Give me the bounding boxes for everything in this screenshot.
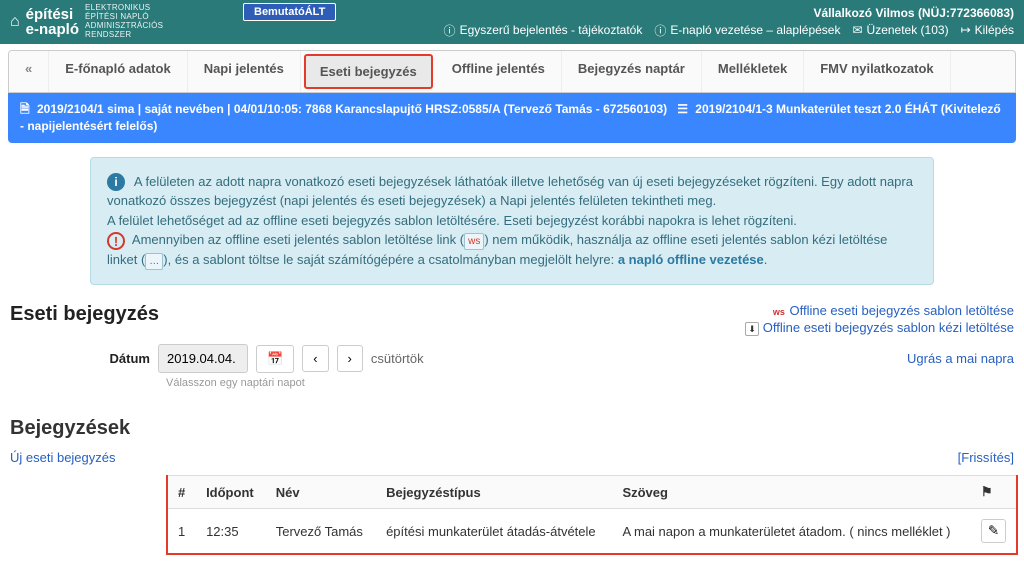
user-name: Vállalkozó Vilmos [813,6,914,20]
col-time: Időpont [196,476,266,509]
calendar-button[interactable]: 📅 [256,345,294,373]
col-flag: ⚑ [971,476,1017,509]
cell-time: 12:35 [196,509,266,555]
logo: építési e-napló ELEKTRONIKUS ÉPÍTÉSI NAP… [26,4,164,39]
link-download-template-manual[interactable]: Offline eseti bejegyzés sablon kézi letö… [763,320,1014,335]
prev-day-button[interactable]: ‹ [302,345,328,372]
download-icon: … [145,253,163,270]
list-icon: ☰ [677,101,688,118]
col-type: Bejegyzéstípus [376,476,612,509]
link-download-template[interactable]: Offline eseti bejegyzés sablon letöltése [789,303,1014,318]
tab-fmv[interactable]: FMV nyilatkozatok [804,51,950,92]
link-offline-guide[interactable]: a napló offline vezetése [618,252,764,267]
tab-napi-jelentes[interactable]: Napi jelentés [188,51,301,92]
tab-bar: « E-főnapló adatok Napi jelentés Eseti b… [8,50,1016,93]
mail-icon: ✉ [852,23,862,37]
edit-icon: ✎ [988,523,999,538]
ws-icon: ws [464,233,484,250]
col-name: Név [266,476,376,509]
link-refresh[interactable]: [Frissítés] [958,450,1014,465]
day-name: csütörtök [371,351,424,366]
date-input[interactable] [158,344,248,373]
entries-title: Bejegyzések [10,417,1014,440]
warning-icon: ! [107,232,125,250]
download-icon: ⬇ [745,322,759,336]
entries-table: # Időpont Név Bejegyzéstípus Szöveg ⚑ 1 … [166,475,1018,555]
chevron-right-icon: › [348,351,352,366]
info-icon: ⓘ [444,22,456,39]
col-num: # [167,476,196,509]
tab-bejegyzes-naptar[interactable]: Bejegyzés naptár [562,51,702,92]
date-label: Dátum [100,351,150,366]
date-helper-text: Válasszon egy naptári napot [166,377,1014,389]
top-bar: ⌂ építési e-napló ELEKTRONIKUS ÉPÍTÉSI N… [0,0,1024,44]
next-day-button[interactable]: › [337,345,363,372]
breadcrumb-left: 2019/2104/1 sima | saját nevében | 04/01… [37,102,667,116]
user-id: (NÜJ:772366083) [918,6,1014,20]
cell-type: építési munkaterület átadás-átvétele [376,509,612,555]
logo-subtitle: ELEKTRONIKUS ÉPÍTÉSI NAPLÓ ADMINISZTRÁCI… [85,4,163,39]
user-block: Vállalkozó Vilmos (NÜJ:772366083) ⓘEgysz… [444,6,1014,39]
info-icon: i [107,173,125,191]
info-text-1: A felületen az adott napra vonatkozó ese… [107,174,913,209]
cell-name: Tervező Tamás [266,509,376,555]
info-text-3c: ), és a sablont töltse le saját számítóg… [163,252,618,267]
ws-icon: ws [772,306,786,320]
home-icon[interactable]: ⌂ [10,13,20,31]
cell-num: 1 [167,509,196,555]
col-text: Szöveg [612,476,970,509]
tab-back[interactable]: « [9,51,49,92]
section-title: Eseti bejegyzés [10,303,159,326]
link-guide[interactable]: ⓘE-napló vezetése – alaplépések [654,22,840,39]
link-jump-today[interactable]: Ugrás a mai napra [907,351,1014,366]
link-new-entry[interactable]: Új eseti bejegyzés [10,450,116,465]
link-simple-reporting[interactable]: ⓘEgyszerű bejelentés - tájékoztatók [444,22,643,39]
link-logout[interactable]: ↦Kilépés [961,22,1014,39]
chevron-left-icon: ‹ [313,351,317,366]
demo-badge: BemutatóÁLT [243,3,336,21]
edit-button[interactable]: ✎ [981,519,1006,543]
table-row: 1 12:35 Tervező Tamás építési munkaterül… [167,509,1017,555]
info-icon: ⓘ [654,22,666,39]
logo-line2: e-napló [26,21,79,38]
doc-icon: 🗎 [20,101,30,118]
tab-efonaplo[interactable]: E-főnapló adatok [49,51,187,92]
calendar-icon: 📅 [267,351,283,366]
cell-text: A mai napon a munkaterületet átadom. ( n… [612,509,970,555]
info-text-3a: Amennyiben az offline eseti jelentés sab… [132,232,464,247]
info-text-2: A felület lehetőséget ad az offline eset… [107,213,797,228]
tab-eseti-bejegyzes[interactable]: Eseti bejegyzés [304,54,433,89]
link-messages[interactable]: ✉Üzenetek (103) [852,22,948,39]
info-panel: i A felületen az adott napra vonatkozó e… [90,157,934,286]
breadcrumb: 🗎 2019/2104/1 sima | saját nevében | 04/… [8,93,1016,143]
logout-icon: ↦ [961,23,971,37]
tab-offline-jelentes[interactable]: Offline jelentés [436,51,562,92]
tab-mellekletek[interactable]: Mellékletek [702,51,804,92]
